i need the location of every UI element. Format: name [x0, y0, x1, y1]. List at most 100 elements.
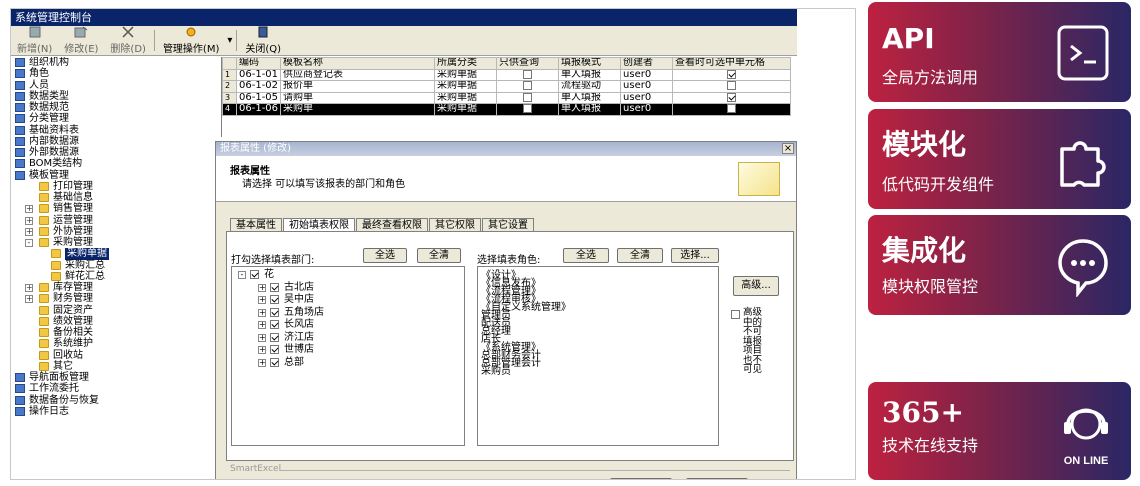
dialog-tab[interactable]: 其它权限 [429, 218, 481, 232]
dept-item[interactable]: + 世博店 [232, 344, 464, 357]
role-list[interactable]: 《设计》 《信息发布》 《流程管理》 《流程审核》 《自定义系统管理》 管理员 配送员 总经理… [477, 266, 719, 446]
dialog-close-button[interactable]: × [782, 143, 794, 154]
role-item[interactable]: 总部管理会计 [481, 359, 718, 369]
tree-item[interactable]: 鲜花汇总 [11, 271, 216, 282]
selectable-checkbox[interactable] [727, 104, 737, 113]
column-header[interactable]: 模板名称 [280, 57, 436, 70]
dept-checkbox[interactable] [270, 332, 279, 342]
expand-toggle[interactable]: + [25, 295, 33, 304]
column-header[interactable]: 创建者 [620, 57, 674, 70]
table-row[interactable]: 2 06-1-02 报价单 采购单据 流程驱动 user0 [222, 80, 792, 93]
advanced-hide-checkbox[interactable] [731, 310, 740, 319]
tree-item[interactable]: 操作日志 [11, 406, 216, 417]
tree-item[interactable]: 模板管理 [11, 170, 216, 181]
role-item[interactable]: 《自定义系统管理》 [481, 303, 718, 313]
table-row[interactable]: 4 06-1-06 采购单 采购单据 单人填报 user0 [222, 103, 792, 116]
tree-item[interactable]: 基础信息 [11, 192, 216, 203]
expand-toggle[interactable]: + [258, 296, 266, 304]
tree-item[interactable]: + 库存管理 [11, 282, 216, 293]
dept-checkbox[interactable] [270, 295, 279, 304]
tree-item[interactable]: 回收站 [11, 350, 216, 361]
tree-item[interactable]: 采购单据 [11, 248, 216, 260]
tree-item[interactable]: 数据备份与恢复 [11, 395, 216, 406]
tree-item[interactable]: 备份相关 [11, 327, 216, 338]
expand-toggle[interactable]: + [258, 358, 266, 367]
dept-item[interactable]: + 总部 [232, 357, 464, 370]
close-button[interactable]: 关闭(Q) [239, 26, 287, 55]
dialog-tab[interactable]: 基本属性 [230, 218, 282, 232]
role-item[interactable]: 总经理 [481, 327, 718, 337]
tree-item[interactable]: 人员 [11, 80, 216, 91]
tree-item[interactable]: 组织机构 [11, 57, 216, 68]
selectable-checkbox[interactable] [727, 92, 737, 102]
dept-item[interactable]: + 五角场店 [232, 307, 464, 320]
delete-button[interactable]: 删除(D) [104, 26, 152, 55]
table-row[interactable]: 3 06-1-05 请购单 采购单据 单人填报 user0 [222, 91, 792, 104]
dialog-tab[interactable]: 其它设置 [482, 218, 534, 232]
dept-select-all-button[interactable]: 全选 [363, 248, 407, 263]
ok-button[interactable]: 确定 [610, 478, 672, 479]
dept-clear-all-button[interactable]: 全清 [417, 248, 461, 263]
role-clear-all-button[interactable]: 全清 [617, 248, 663, 263]
edit-button[interactable]: 修改(E) [58, 26, 104, 55]
expand-toggle[interactable]: + [258, 321, 266, 329]
role-select-button[interactable]: 选择... [671, 248, 719, 263]
cancel-button[interactable]: 取消 [686, 478, 748, 479]
role-item[interactable]: 管理员 [481, 311, 718, 321]
query-only-checkbox[interactable] [523, 81, 533, 90]
tree-item[interactable]: 数据类型 [11, 91, 216, 102]
selectable-checkbox[interactable] [727, 81, 737, 90]
tree-item[interactable]: - 采购管理 [11, 237, 216, 248]
tree-item[interactable]: 其它 [11, 361, 216, 372]
tree-item[interactable]: + 财务管理 [11, 293, 216, 304]
tree-item[interactable]: 外部数据源 [11, 147, 216, 158]
column-header[interactable]: 填报模式 [558, 57, 622, 70]
dialog-tab[interactable]: 最终查看权限 [356, 218, 428, 232]
tree-item[interactable]: BOM类结构 [11, 158, 216, 169]
tree-item[interactable]: + 销售管理 [11, 203, 216, 214]
dropdown-arrow[interactable]: ▾ [225, 26, 234, 55]
expand-toggle[interactable]: + [258, 308, 266, 317]
dept-item[interactable]: + 吴中店 [232, 294, 464, 307]
table-row[interactable]: 1 06-1-01 供应商登记表 采购单据 单人填报 user0 [222, 68, 792, 81]
tree-item[interactable]: + 运营管理 [11, 215, 216, 226]
expand-toggle[interactable]: + [258, 283, 266, 292]
expand-toggle[interactable]: + [25, 216, 33, 225]
dept-root[interactable]: -花 [232, 269, 464, 282]
tree-item[interactable]: 绩效管理 [11, 316, 216, 327]
tree-item[interactable]: 采购汇总 [11, 260, 216, 271]
tree-item[interactable]: 角色 [11, 68, 216, 79]
column-header[interactable]: 查看时可选中单元格 [672, 57, 792, 70]
expand-toggle[interactable]: - [25, 239, 33, 247]
advanced-button[interactable]: 高级... [733, 276, 779, 296]
expand-toggle[interactable]: + [25, 284, 33, 292]
dept-checkbox[interactable] [270, 307, 279, 317]
tree-item[interactable]: 导航面板管理 [11, 372, 216, 383]
role-select-all-button[interactable]: 全选 [563, 248, 609, 263]
expand-toggle[interactable]: - [238, 271, 246, 279]
expand-toggle[interactable]: + [25, 227, 33, 236]
column-header[interactable]: 所属分类 [434, 57, 498, 70]
dept-item[interactable]: + 古北店 [232, 282, 464, 295]
tree-item[interactable]: 分类管理 [11, 113, 216, 124]
query-only-checkbox[interactable] [523, 92, 533, 102]
tree-item[interactable]: 固定资产 [11, 305, 216, 316]
tree-item[interactable]: 打印管理 [11, 181, 216, 192]
column-header[interactable]: 编码 [235, 57, 282, 70]
new-button[interactable]: 新增(N) [11, 26, 58, 55]
expand-toggle[interactable]: + [258, 333, 266, 342]
dept-item[interactable]: + 长风店 [232, 319, 464, 332]
tree-item[interactable]: 系统维护 [11, 338, 216, 349]
expand-toggle[interactable]: + [25, 205, 33, 214]
dept-checkbox[interactable] [270, 357, 279, 367]
expand-toggle[interactable]: + [258, 346, 266, 354]
dept-item[interactable]: + 济江店 [232, 332, 464, 345]
dept-checkbox[interactable] [270, 320, 279, 329]
tree-item[interactable]: 内部数据源 [11, 136, 216, 147]
dept-checkbox[interactable] [270, 345, 279, 354]
tree-item[interactable]: 工作流委托 [11, 383, 216, 394]
query-only-checkbox[interactable] [523, 69, 533, 79]
tree-item[interactable]: + 外协管理 [11, 226, 216, 237]
tree-item[interactable]: 数据规范 [11, 102, 216, 113]
manage-button[interactable]: 管理操作(M) [157, 26, 225, 55]
